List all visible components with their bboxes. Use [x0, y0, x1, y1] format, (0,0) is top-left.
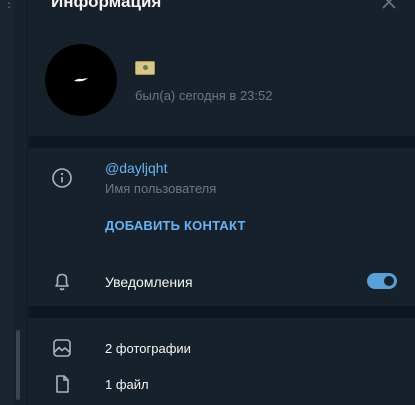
photo-icon — [53, 339, 71, 357]
section-divider — [29, 136, 415, 148]
photos-item[interactable]: 2 фотографии — [105, 341, 191, 356]
add-contact-button[interactable]: ДОБАВИТЬ КОНТАКТ — [105, 218, 246, 233]
panel-title: Информация — [51, 0, 162, 11]
section-divider — [29, 306, 415, 318]
file-icon — [56, 375, 69, 393]
bell-icon — [55, 273, 69, 291]
chat-list-edge: ⋮ — [0, 0, 28, 405]
notifications-label: Уведомления — [105, 274, 193, 290]
notifications-toggle[interactable] — [367, 273, 397, 289]
username-caption: Имя пользователя — [105, 181, 217, 196]
info-icon — [52, 168, 72, 188]
files-item[interactable]: 1 файл — [105, 377, 149, 392]
toggle-knob — [382, 274, 396, 288]
username-link[interactable]: @dayljqht — [105, 160, 167, 176]
avatar-logo-icon — [74, 78, 88, 82]
close-icon[interactable] — [381, 0, 397, 10]
more-icon[interactable]: ⋮ — [3, 0, 15, 9]
chat-list-scrollbar[interactable] — [16, 330, 20, 400]
avatar[interactable] — [45, 44, 117, 116]
profile-status: был(а) сегодня в 23:52 — [135, 88, 273, 103]
info-panel: Информация был(а) сегодня в 23:52 @daylj… — [29, 0, 415, 405]
profile-name-emoji — [135, 61, 155, 75]
